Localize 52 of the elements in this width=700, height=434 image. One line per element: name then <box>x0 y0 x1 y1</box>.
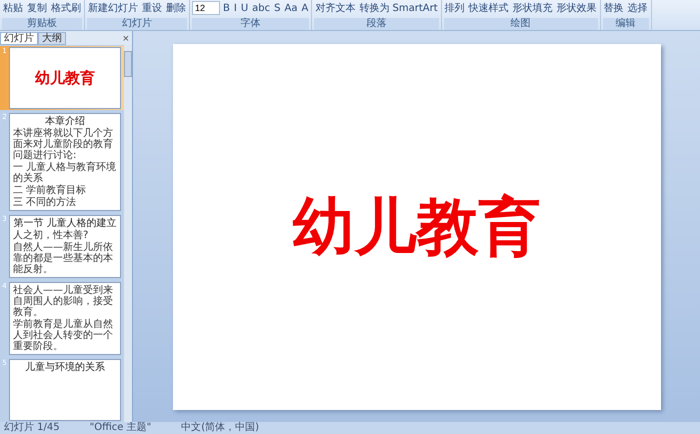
group-label: 字体 <box>192 18 310 30</box>
ribbon-button[interactable]: A <box>300 2 310 14</box>
group-label: 编辑 <box>602 18 649 30</box>
slide-thumbnail[interactable]: 第一节 儿童人格的建立 人之初，性本善? 自然人——新生儿所依靠的都是一些基本的本能反射。 <box>9 215 121 278</box>
ribbon-button[interactable]: 粘贴 <box>2 1 24 15</box>
ribbon-button[interactable]: 新建幻灯片 <box>87 1 139 15</box>
thumbnail-bullet: 一 儿童人格与教育环境的关系 <box>13 162 117 184</box>
ribbon-button[interactable]: I <box>232 2 238 14</box>
ribbon-button[interactable]: 形状效果 <box>556 1 598 15</box>
thumbnail-bullet: 三 不同的方法 <box>13 197 78 208</box>
slide-thumbnail[interactable]: 社会人——儿童受到来自周围人的影响，接受教育。 学前教育是儿童从自然人到社会人转变的一个重要阶段。 <box>9 282 121 355</box>
thumbnail-bullet: 社会人——儿童受到来自周围人的影响，接受教育。 <box>13 285 114 318</box>
ribbon-button[interactable]: 替换 <box>602 1 625 15</box>
group-label: 绘图 <box>444 18 598 30</box>
scrollbar[interactable] <box>124 45 132 422</box>
close-button[interactable]: × <box>120 33 132 45</box>
ribbon-button[interactable]: B <box>222 2 231 14</box>
thumbnail-bullet: 二 学前教育目标 <box>13 185 88 196</box>
ribbon-button[interactable]: 格式刷 <box>50 1 82 15</box>
ribbon-button[interactable]: 对齐文本 <box>314 1 356 15</box>
ribbon-button[interactable]: 选择 <box>626 1 649 15</box>
thumbnail-bullet: 学前教育是儿童从自然人到社会人转变的一个重要阶段。 <box>13 319 114 352</box>
slide-title: 幼儿教育 <box>292 188 540 264</box>
slide-thumbnail[interactable]: 本章介绍 本讲座将就以下几个方面来对儿童阶段的教育问题进行讨论: 一 儿童人格与教育环境的关系 二 学前教育目标 三 不同的方法 <box>9 113 121 211</box>
group-label: 段落 <box>314 18 439 30</box>
slide-thumbnail[interactable]: 儿童与环境的关系 <box>9 359 121 421</box>
ribbon-button[interactable]: 复制 <box>26 1 48 15</box>
font-size-field[interactable]: 12 <box>192 1 220 15</box>
slide-thumbnail[interactable]: 幼儿教育 <box>9 47 121 109</box>
thumbnail-title: 第一节 儿童人格的建立 <box>13 218 117 229</box>
status-text: 幻灯片 1/45 <box>4 422 60 434</box>
ribbon-button[interactable]: U <box>240 2 250 14</box>
thumbnail-title: 本章介绍 <box>44 116 86 127</box>
thumbnail-bullet: 人之初，性本善? <box>13 230 90 241</box>
group-label: 幻灯片 <box>87 18 187 30</box>
ribbon-button[interactable]: abc <box>251 2 272 14</box>
ribbon-button[interactable]: 形状填充 <box>512 1 554 15</box>
pane-tab[interactable]: 幻灯片 <box>0 32 38 45</box>
ribbon-button[interactable]: 排列 <box>444 1 466 15</box>
pane-tab[interactable]: 大纲 <box>38 32 66 45</box>
thumbnail-bullet: 自然人——新生儿所依靠的都是一些基本的本能反射。 <box>13 242 114 275</box>
status-text: 中文(简体，中国) <box>181 422 260 434</box>
group-label: 剪贴板 <box>2 18 82 30</box>
ribbon-button[interactable]: 重设 <box>141 1 163 15</box>
ribbon-button[interactable]: S <box>273 2 282 14</box>
ribbon-button[interactable]: 删除 <box>165 1 187 15</box>
ribbon-button[interactable]: Aa <box>284 2 298 14</box>
status-text: "Office 主题" <box>90 422 152 434</box>
thumbnail-title: 儿童与环境的关系 <box>24 362 106 373</box>
thumbnail-bullet: 本讲座将就以下几个方面来对儿童阶段的教育问题进行讨论: <box>13 128 114 161</box>
ribbon-button[interactable]: 快速样式 <box>468 1 510 15</box>
ribbon-button[interactable]: 转换为 SmartArt <box>358 1 439 15</box>
